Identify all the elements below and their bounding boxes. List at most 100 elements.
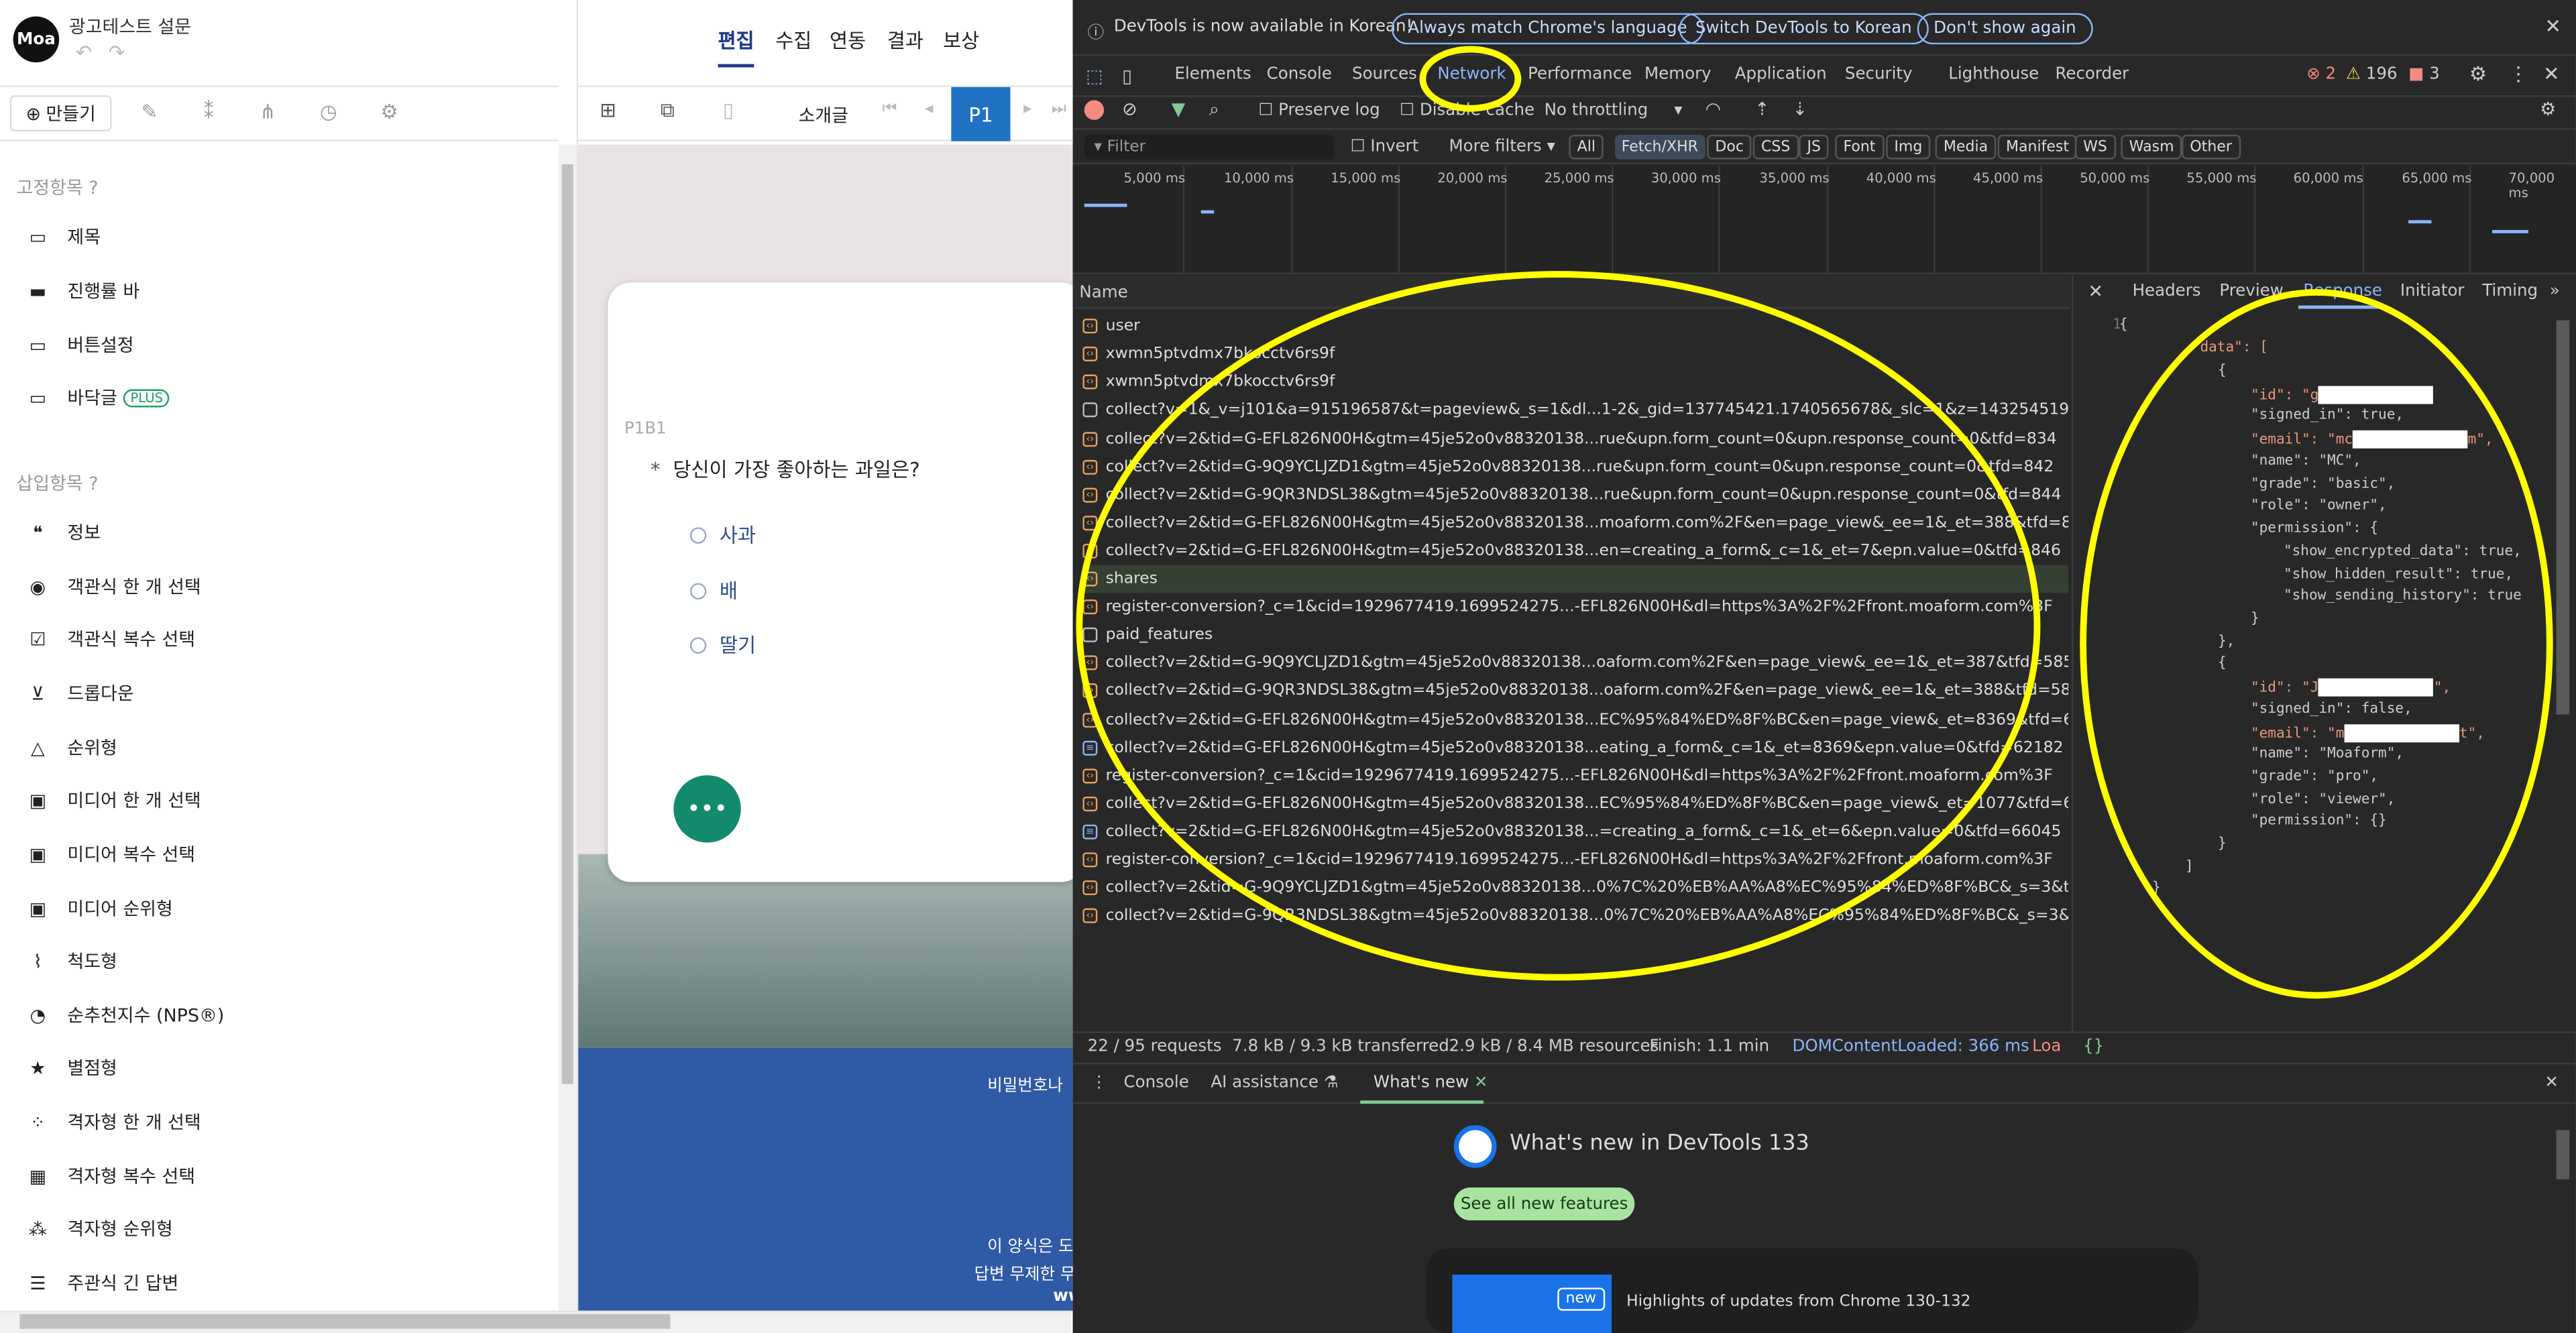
preserve-log-checkbox[interactable]: ☐ Preserve log [1258, 102, 1380, 120]
question-title[interactable]: * 당신이 가장 좋아하는 과일은? [651, 455, 920, 483]
redo-icon[interactable]: ↷ [109, 41, 125, 64]
filter-all[interactable]: All [1569, 134, 1604, 160]
history-icon[interactable]: ◷ [315, 100, 341, 126]
insert-item[interactable]: ▦ 격자형 복수 선택 [26, 1159, 196, 1192]
insert-item[interactable]: ❝ 정보 [26, 516, 101, 548]
tab-results[interactable]: 결과 [887, 26, 923, 54]
option-radio[interactable]: 사과 [689, 521, 756, 549]
tab-timing[interactable]: Timing [2482, 282, 2538, 300]
tab-security[interactable]: Security [1845, 66, 1913, 84]
insert-item[interactable]: ▣ 미디어 순위형 [26, 892, 173, 925]
intro-page-link[interactable]: 소개글 [799, 102, 848, 128]
throttling-select[interactable]: No throttling ▾ [1545, 102, 1683, 120]
tab-application[interactable]: Application [1735, 66, 1827, 84]
record-icon[interactable] [1084, 100, 1105, 120]
drawer-tab-ai[interactable]: AI assistance ⚗ [1211, 1074, 1338, 1092]
pretty-print-icon[interactable]: {} [2083, 1038, 2104, 1056]
next-page-icon[interactable]: ▸ [1023, 100, 1031, 118]
tab-headers[interactable]: Headers [2133, 282, 2201, 300]
insert-item[interactable]: ★ 별점형 [26, 1051, 117, 1084]
more-tabs-icon[interactable]: » [2550, 282, 2560, 300]
filter-manifest[interactable]: Manifest [1997, 134, 2078, 160]
prev-page-icon[interactable]: ◂ [925, 100, 933, 118]
drawer-scroll-thumb[interactable] [2556, 1130, 2570, 1179]
wifi-icon[interactable]: ◠ [1705, 99, 1722, 120]
tab-memory[interactable]: Memory [1644, 66, 1712, 84]
tab-elements[interactable]: Elements [1174, 66, 1251, 84]
tab-performance[interactable]: Performance [1528, 66, 1632, 84]
filter-wasm[interactable]: Wasm [2121, 134, 2182, 160]
insert-item[interactable]: ◔ 순추천지수 (NPS®) [26, 998, 225, 1031]
insert-item[interactable]: ☰ 주관식 긴 답변 [26, 1267, 178, 1299]
inspect-icon[interactable]: ⬚ [1086, 66, 1103, 87]
search-icon[interactable]: ⌕ [1209, 99, 1219, 121]
form-title[interactable]: 광고테스트 설문 [69, 13, 191, 40]
insert-item[interactable]: ⁘ 격자형 한 개 선택 [26, 1106, 201, 1139]
fixed-item-progress[interactable]: ▬ 진행률 바 [26, 274, 140, 307]
insert-item[interactable]: ⌇ 척도형 [26, 945, 117, 978]
drawer-tab-whatsnew[interactable]: What's new ✕ [1374, 1074, 1488, 1092]
filter-css[interactable]: CSS [1752, 134, 1799, 160]
last-page-icon[interactable]: ⏭ [1052, 100, 1066, 118]
tab-lighthouse[interactable]: Lighthouse [1948, 66, 2039, 84]
filter-js[interactable]: JS [1799, 134, 1830, 160]
filter-img[interactable]: Img [1886, 134, 1931, 160]
insert-item[interactable]: ◉ 객관식 한 개 선택 [26, 570, 201, 603]
gear-icon[interactable]: ⚙ [376, 100, 402, 126]
insert-item[interactable]: △ 순위형 [26, 731, 117, 764]
more-options-button[interactable]: ••• [673, 775, 741, 843]
option-radio[interactable]: 배 [689, 577, 738, 605]
fixed-item-title[interactable]: ▭ 제목 [26, 220, 101, 253]
match-language-button[interactable]: Always match Chrome's language [1391, 13, 1704, 45]
tab-initiator[interactable]: Initiator [2400, 282, 2465, 300]
insert-item[interactable]: ▣ 미디어 한 개 선택 [26, 783, 201, 816]
tab-recorder[interactable]: Recorder [2055, 66, 2129, 84]
tab-collect[interactable]: 수집 [775, 26, 811, 54]
app-logo[interactable]: Moa [13, 16, 60, 63]
horizontal-scroll-thumb[interactable] [19, 1314, 671, 1329]
option-radio[interactable]: 딸기 [689, 631, 756, 659]
copy-page-icon[interactable]: ⧉ [661, 99, 675, 123]
filter-ws[interactable]: WS [2074, 134, 2116, 160]
logic-icon[interactable]: ⁑ [196, 100, 222, 126]
first-page-icon[interactable]: ⏮ [882, 100, 897, 118]
filter-icon[interactable]: ▼ [1172, 99, 1186, 120]
pin-icon[interactable]: ✎ [136, 100, 162, 126]
close-banner-icon[interactable]: ✕ [2544, 15, 2561, 38]
filter-media[interactable]: Media [1935, 134, 1997, 160]
more-menu-icon[interactable]: ⋮ [2509, 62, 2528, 85]
close-detail-icon[interactable]: ✕ [2088, 281, 2103, 302]
fixed-item-footer[interactable]: ▭ 바닥글 PLUS [26, 381, 170, 414]
drawer-tab-console[interactable]: Console [1124, 1074, 1189, 1092]
filter-other[interactable]: Other [2182, 134, 2241, 160]
insert-item[interactable]: ▣ 미디어 복수 선택 [26, 837, 196, 870]
drawer-menu-icon[interactable]: ⋮ [1091, 1074, 1107, 1092]
switch-korean-button[interactable]: Switch DevTools to Korean [1679, 13, 1929, 45]
more-filters-dropdown[interactable]: More filters ▾ [1449, 138, 1555, 156]
sidebar-scroll-thumb[interactable] [561, 164, 573, 1084]
response-scroll-thumb[interactable] [2556, 320, 2570, 715]
warning-count[interactable]: ⚠ 196 [2346, 66, 2398, 84]
add-page-icon[interactable]: ⊞ [600, 99, 616, 121]
close-drawer-icon[interactable]: ✕ [2544, 1074, 2559, 1092]
filter-font[interactable]: Font [1835, 134, 1884, 160]
error-count[interactable]: ⊗ 2 [2306, 66, 2336, 84]
make-button[interactable]: ⊕ 만들기 [9, 95, 112, 131]
page-p1-button[interactable]: P1 [951, 86, 1011, 141]
clear-icon[interactable]: ⊘ [1122, 99, 1137, 120]
filter-input[interactable]: ▾ Filter [1084, 134, 1335, 160]
see-all-features-button[interactable]: See all new features [1453, 1187, 1635, 1221]
tab-integrate[interactable]: 연동 [830, 26, 866, 54]
fixed-item-button[interactable]: ▭ 버튼설정 [26, 329, 134, 361]
branch-icon[interactable]: ⋔ [255, 100, 281, 126]
settings-gear-icon[interactable]: ⚙ [2469, 62, 2487, 85]
close-devtools-icon[interactable]: ✕ [2543, 62, 2560, 85]
tab-sources[interactable]: Sources [1352, 66, 1417, 84]
device-toggle-icon[interactable]: ▯ [1122, 66, 1132, 87]
tab-reward[interactable]: 보상 [943, 26, 979, 54]
export-icon[interactable]: ⇣ [1793, 99, 1808, 120]
insert-item[interactable]: ⊻ 드롭다운 [26, 677, 133, 709]
undo-icon[interactable]: ↶ [76, 41, 93, 64]
import-icon[interactable]: ⇡ [1754, 99, 1770, 120]
tab-console[interactable]: Console [1267, 66, 1332, 84]
